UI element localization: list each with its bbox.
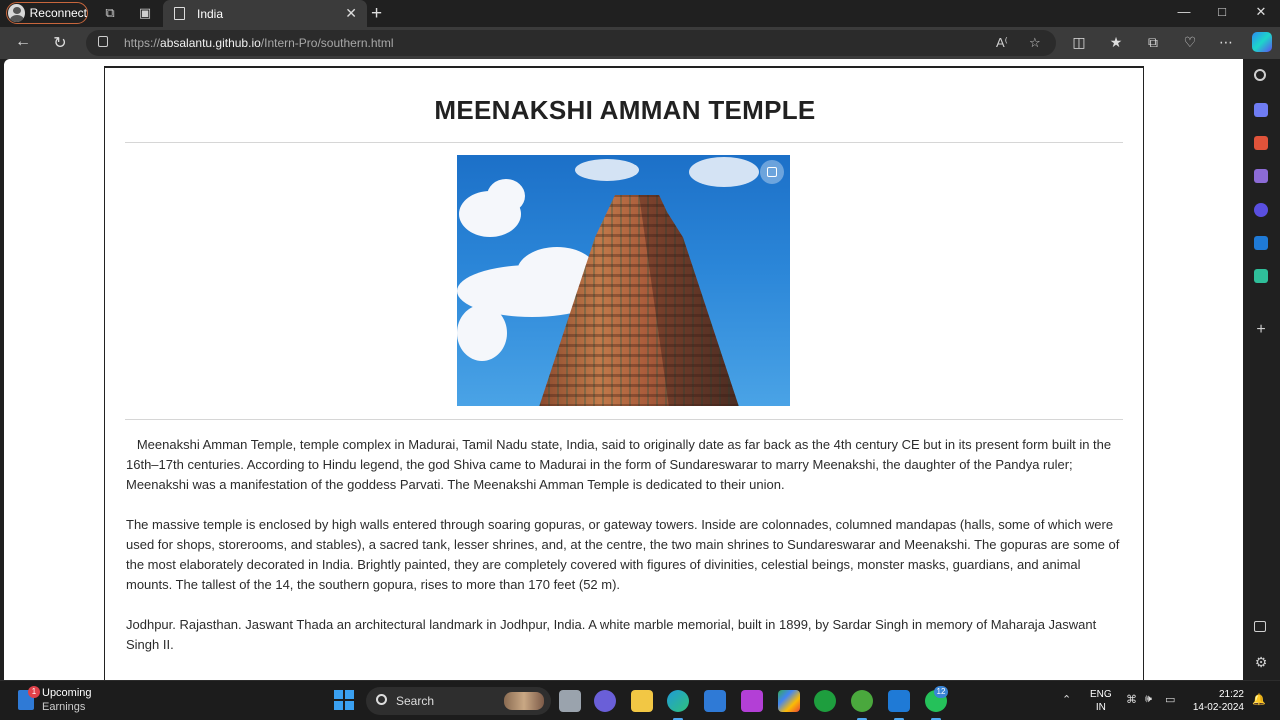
widget-title: Upcoming (42, 687, 92, 699)
tab-india[interactable]: India ✕ (163, 0, 367, 27)
collections-icon[interactable]: ⧉ (1144, 34, 1162, 51)
tab-title: India (197, 6, 224, 21)
camera-app-icon[interactable] (741, 690, 763, 712)
page-icon (174, 7, 185, 20)
temple-image[interactable] (457, 155, 790, 406)
shopping-icon[interactable] (1254, 103, 1268, 117)
notification-badge: 1 (28, 686, 40, 698)
cloud-shape (575, 159, 639, 181)
divider (125, 142, 1123, 143)
widget-subtitle: Earnings (42, 701, 86, 713)
notification-bell-icon[interactable]: 🔔 (1252, 693, 1266, 706)
close-tab-icon[interactable]: ✕ (345, 5, 357, 22)
windows-taskbar: 1 Upcoming Earnings Search 12 ⌃ ENG IN ⌘… (0, 680, 1280, 720)
clock-date: 14-02-2024 (1192, 702, 1244, 713)
tools-icon[interactable] (1254, 136, 1268, 150)
search-highlight-icon (504, 692, 544, 710)
region-code: IN (1095, 702, 1106, 713)
favorite-star-icon[interactable]: ☆ (1029, 35, 1041, 51)
minimize-icon[interactable]: — (1174, 4, 1194, 19)
microsoft-365-icon[interactable] (1254, 203, 1268, 217)
refresh-icon[interactable]: ↻ (50, 33, 70, 53)
whatsapp-badge: 12 (934, 686, 948, 698)
navigation-bar: ← ↻ https://absalantu.github.io/Intern-P… (0, 27, 1280, 59)
clock-time: 21:22 (1218, 689, 1244, 700)
language-code: ENG (1090, 689, 1112, 700)
title-bar: Reconnect ⧉ ▣ India ✕ + — □ ✕ (0, 0, 1280, 27)
cloud-shape (487, 179, 525, 213)
search-label: Search (396, 694, 435, 708)
sidebar-toggle-icon[interactable] (1254, 621, 1266, 632)
new-tab-button[interactable]: + (371, 3, 382, 25)
add-sidebar-icon[interactable]: + (1254, 322, 1268, 338)
split-screen-icon[interactable]: ◫ (1070, 34, 1088, 51)
language-indicator[interactable]: ENG IN (1090, 688, 1112, 714)
edge-browser-icon[interactable] (667, 690, 689, 720)
search-icon (376, 694, 387, 705)
page-viewport: MEENAKSHI AMMAN TEMPLE Meenakshi Amman T… (4, 59, 1243, 680)
content-frame: MEENAKSHI AMMAN TEMPLE Meenakshi Amman T… (104, 66, 1144, 680)
edge-sidebar: + ⚙ (1243, 59, 1280, 680)
vscode-icon[interactable] (888, 690, 910, 720)
teams-chat-icon[interactable] (594, 690, 616, 712)
xbox-icon[interactable] (814, 690, 836, 712)
divider (125, 419, 1123, 420)
cloud-shape (457, 305, 507, 361)
back-icon[interactable]: ← (13, 33, 33, 51)
cloud-shape (689, 157, 759, 187)
utorrent-icon[interactable] (851, 690, 873, 720)
maximize-icon[interactable]: □ (1212, 4, 1232, 19)
paragraph-jodhpur: Jodhpur. Rajasthan. Jaswant Thada an arc… (126, 617, 1097, 652)
start-button[interactable] (334, 690, 354, 710)
read-aloud-icon[interactable]: A⁽ (996, 35, 1008, 51)
profile-label: Reconnect (29, 6, 87, 20)
address-bar[interactable]: https://absalantu.github.io/Intern-Pro/s… (86, 30, 1056, 56)
workspaces-icon[interactable]: ⧉ (102, 5, 118, 21)
avatar-icon (8, 4, 25, 22)
visual-search-icon[interactable] (760, 160, 784, 184)
task-view-icon[interactable] (559, 690, 581, 712)
search-icon[interactable] (1254, 69, 1266, 81)
lock-icon[interactable] (98, 36, 108, 47)
settings-gear-icon[interactable]: ⚙ (1254, 655, 1268, 669)
show-hidden-icons[interactable]: ⌃ (1062, 693, 1071, 706)
file-explorer-icon[interactable] (631, 690, 653, 712)
taskbar-search[interactable]: Search (366, 687, 551, 715)
volume-icon[interactable]: 🕪 (1145, 693, 1152, 706)
browser-essentials-icon[interactable]: ♡ (1181, 34, 1199, 51)
microsoft-store-icon[interactable] (704, 690, 726, 712)
system-clock[interactable]: 21:22 14-02-2024 (1190, 688, 1244, 714)
url-text[interactable]: https://absalantu.github.io/Intern-Pro/s… (124, 36, 394, 50)
paragraph-architecture: The massive temple is enclosed by high w… (126, 517, 1120, 592)
wifi-icon[interactable]: ⌘ (1126, 693, 1137, 706)
drop-icon[interactable] (1254, 269, 1268, 283)
close-window-icon[interactable]: ✕ (1251, 4, 1271, 20)
games-icon[interactable] (1254, 169, 1268, 183)
tab-actions-icon[interactable]: ▣ (137, 5, 153, 21)
profile-reconnect-button[interactable]: Reconnect (6, 2, 88, 24)
copilot-icon[interactable] (1252, 32, 1272, 52)
paragraph-history: Meenakshi Amman Temple, temple complex i… (126, 437, 1115, 492)
play-store-icon[interactable] (778, 690, 800, 712)
outlook-icon[interactable] (1254, 236, 1268, 250)
favorites-icon[interactable]: ★ (1107, 34, 1125, 51)
battery-icon[interactable]: ▭ (1165, 693, 1175, 706)
more-menu-icon[interactable]: ⋯ (1217, 34, 1235, 51)
page-title: MEENAKSHI AMMAN TEMPLE (434, 95, 816, 125)
